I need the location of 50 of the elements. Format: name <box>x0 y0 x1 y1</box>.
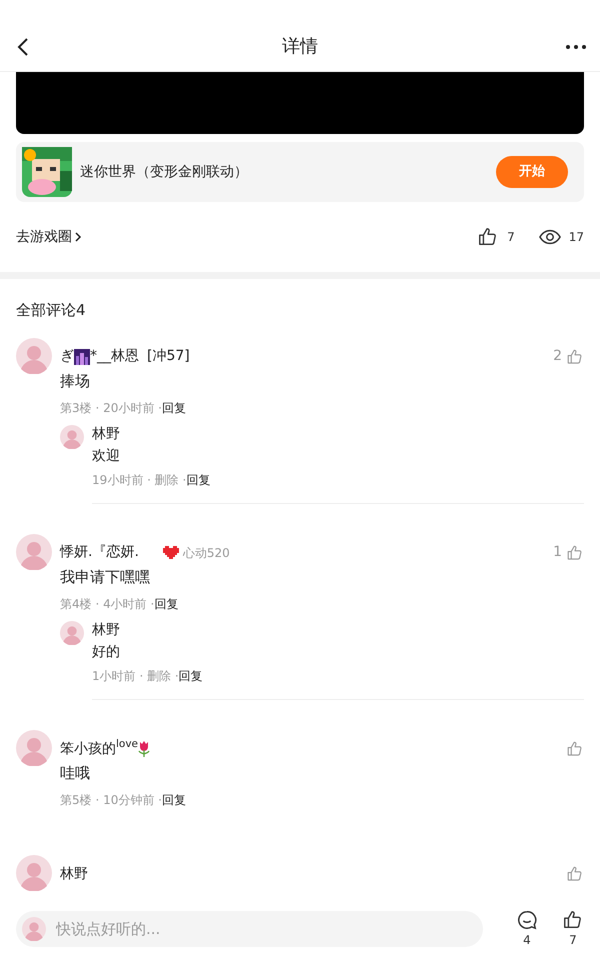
user-name: *__林恩 <box>90 347 139 366</box>
page-title: 详情 <box>282 36 318 58</box>
thumbs-up-icon[interactable] <box>566 740 584 758</box>
heart-icon <box>162 546 179 560</box>
like-count: 7 <box>569 932 577 949</box>
thumbs-up-icon[interactable] <box>566 544 584 562</box>
comment-text: 哇哦 <box>60 764 91 784</box>
user-name: 林野 <box>60 864 88 883</box>
level-label: 心动520 <box>182 544 230 562</box>
reply-text: 好的 <box>92 642 121 662</box>
game-name: 迷你世界（变形金刚联动） <box>80 162 249 182</box>
comment-text: 我申请下嘿嘿 <box>60 568 151 588</box>
comment-meta: 第5楼 · 10分钟前 · <box>60 793 162 809</box>
game-circle-link[interactable]: 去游戏圈 <box>16 226 84 248</box>
user-tag: [冲57] <box>147 347 190 366</box>
city-icon <box>74 348 90 364</box>
reply-link[interactable]: 回复 <box>154 597 178 613</box>
avatar-icon <box>16 534 52 570</box>
reply-link[interactable]: 回复 <box>162 401 186 417</box>
user-name: 笨小孩的$^{love}$ <box>60 740 138 758</box>
reply-text: 欢迎 <box>92 446 121 465</box>
avatar-icon <box>22 917 46 941</box>
comment-count: 4 <box>523 932 531 949</box>
comment-text: 捧场 <box>60 372 91 391</box>
comment-meta: 第3楼 · 20小时前 · <box>60 401 162 417</box>
avatar-icon <box>16 338 52 374</box>
comment-meta: 第4楼 · 4小时前 · <box>60 597 154 613</box>
user-name: 林野 <box>92 424 121 443</box>
avatar-icon <box>16 854 52 891</box>
like-count: 1 <box>553 543 562 562</box>
game-card[interactable]: 迷你世界（变形金刚联动） 开始 <box>16 142 584 202</box>
user-name: ぎ <box>60 347 74 366</box>
reply-link[interactable]: 回复 <box>178 669 203 685</box>
like-count: 2 <box>553 347 562 366</box>
reply-meta: 1小时前 · 删除 · <box>92 669 179 685</box>
user-name: 林野 <box>92 620 121 639</box>
reply-meta: 19小时前 · 删除 · <box>92 472 186 489</box>
comment-icon[interactable] <box>516 909 538 931</box>
view-count: 17 <box>568 229 584 246</box>
reply-link[interactable]: 回复 <box>162 793 186 809</box>
like-count: 7 <box>507 229 515 246</box>
user-name: 悸妍.『恋妍. <box>60 543 139 562</box>
thumbs-up-icon[interactable] <box>566 348 584 366</box>
comments-heading: 全部评论4 <box>16 300 87 321</box>
avatar-icon <box>60 620 84 645</box>
avatar-icon <box>16 730 52 766</box>
avatar-icon <box>60 424 84 449</box>
reply-link[interactable]: 回复 <box>186 472 210 489</box>
thumbs-up-icon[interactable] <box>562 909 584 931</box>
thumbs-up-icon[interactable] <box>566 864 584 883</box>
